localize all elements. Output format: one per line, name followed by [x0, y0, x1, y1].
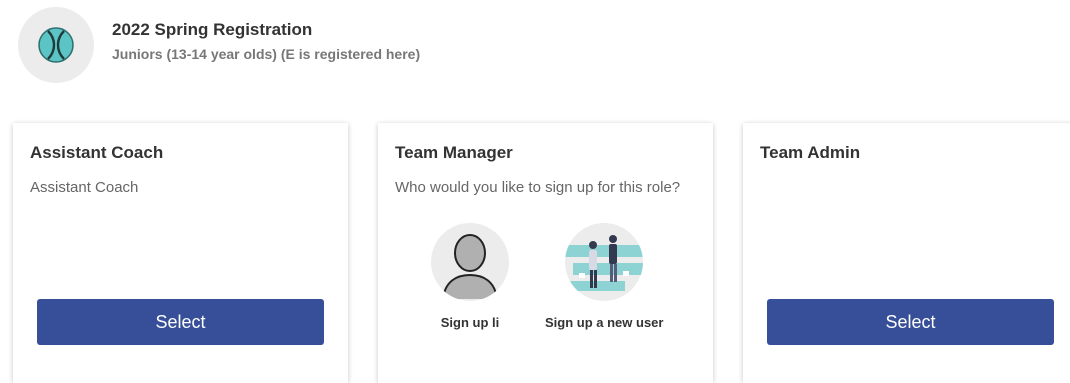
- role-card-assistant-coach: Assistant Coach Assistant Coach Select: [13, 123, 348, 383]
- program-logo: [18, 7, 94, 83]
- option-label: Sign up li: [440, 315, 500, 330]
- card-title: Assistant Coach: [30, 143, 164, 162]
- division-subtitle: Juniors (13-14 year olds) (E is register…: [112, 46, 421, 62]
- card-description: Who would you like to sign up for this r…: [395, 179, 681, 196]
- registration-title: 2022 Spring Registration: [112, 20, 313, 39]
- card-title: Team Manager: [395, 143, 513, 162]
- avatar: [431, 223, 509, 301]
- sign-up-existing-user-option[interactable]: Sign up li: [431, 223, 509, 330]
- option-label: Sign up a new user: [545, 315, 664, 330]
- registration-header: 2022 Spring Registration Juniors (13-14 …: [18, 7, 420, 83]
- baseball-icon: [38, 27, 74, 63]
- role-card-team-admin: Team Admin Select: [743, 123, 1070, 383]
- role-card-team-manager: Team Manager Who would you like to sign …: [378, 123, 713, 383]
- card-title: Team Admin: [760, 143, 861, 162]
- card-description: Assistant Coach: [30, 179, 139, 196]
- select-button[interactable]: Select: [37, 299, 324, 345]
- default-avatar-icon: [442, 234, 498, 300]
- new-user-illustration: [565, 223, 644, 301]
- new-user-illustration-icon: [565, 235, 644, 291]
- sign-up-new-user-option[interactable]: Sign up a new user: [545, 223, 663, 330]
- select-button[interactable]: Select: [767, 299, 1054, 345]
